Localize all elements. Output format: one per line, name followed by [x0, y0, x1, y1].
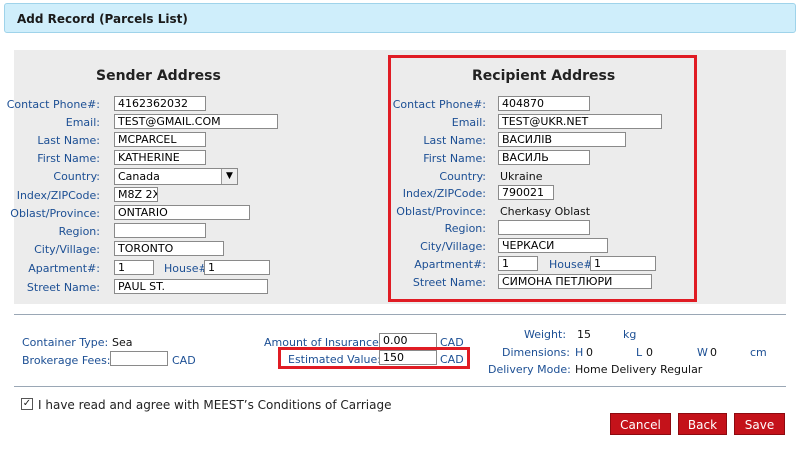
divider-top	[14, 314, 786, 315]
recipient-firstname-label: First Name:	[423, 152, 486, 165]
recipient-lastname-input[interactable]: ВАСИЛІВ	[498, 132, 626, 147]
sender-apartment-input[interactable]: 1	[114, 260, 154, 275]
recipient-apartment-label: Apartment#:	[414, 258, 486, 271]
sender-firstname-input[interactable]: KATHERINE	[114, 150, 206, 165]
sender-house-input[interactable]: 1	[204, 260, 270, 275]
dim-h-value: 0	[586, 346, 593, 359]
dim-l-label: L	[636, 346, 643, 359]
sender-email-label: Email:	[65, 116, 100, 129]
recipient-street-label: Street Name:	[412, 276, 486, 289]
dim-w-value: 0	[710, 346, 717, 359]
sender-header: Sender Address	[96, 68, 221, 84]
delivery-mode-value: Home Delivery Regular	[575, 363, 703, 376]
recipient-oblast-value: Cherkasy Oblast	[500, 205, 591, 218]
sender-lastname-input[interactable]: MCPARCEL	[114, 132, 206, 147]
recipient-street-input[interactable]: СИМОНА ПЕТЛЮРИ	[498, 274, 652, 289]
dialog-title-bar: Add Record (Parcels List)	[4, 3, 796, 33]
sender-country-value: Canada	[118, 170, 160, 183]
sender-street-input[interactable]: PAUL ST.	[114, 279, 268, 294]
sender-email-input[interactable]: TEST@GMAIL.COM	[114, 114, 278, 129]
recipient-email-label: Email:	[451, 116, 486, 129]
sender-zip-label: Index/ZIPCode:	[16, 189, 100, 202]
sender-province-input[interactable]: ONTARIO	[114, 205, 250, 220]
sender-province-label: Oblast/Province:	[10, 207, 100, 220]
recipient-city-input[interactable]: ЧЕРКАСИ	[498, 238, 608, 253]
recipient-phone-input[interactable]: 404870	[498, 96, 590, 111]
sender-lastname-label: Last Name:	[37, 134, 100, 147]
sender-region-label: Region:	[58, 225, 100, 238]
sender-city-input[interactable]: TORONTO	[114, 241, 224, 256]
weight-value: 15	[577, 328, 591, 341]
insurance-input[interactable]: 0.00	[379, 333, 437, 348]
container-type-value: Sea	[112, 336, 133, 349]
sender-city-label: City/Village:	[34, 243, 100, 256]
chevron-down-icon[interactable]: ▼	[221, 169, 237, 184]
recipient-apartment-input[interactable]: 1	[498, 256, 538, 271]
sender-phone-label: Contact Phone#:	[6, 98, 100, 111]
back-button[interactable]: Back	[678, 413, 727, 435]
sender-region-input[interactable]	[114, 223, 206, 238]
dim-w-label: W	[697, 346, 708, 359]
sender-street-label: Street Name:	[26, 281, 100, 294]
recipient-oblast-label: Oblast/Province:	[396, 205, 486, 218]
brokerage-fees-input[interactable]	[110, 351, 168, 366]
dim-l-value: 0	[646, 346, 653, 359]
recipient-zip-input[interactable]: 790021	[498, 185, 554, 200]
weight-label: Weight:	[524, 328, 567, 341]
sender-phone-input[interactable]: 4162362032	[114, 96, 206, 111]
recipient-house-input[interactable]: 1	[590, 256, 656, 271]
dim-h-label: H	[575, 346, 584, 359]
sender-country-label: Country:	[53, 170, 100, 183]
weight-unit: kg	[623, 328, 637, 341]
recipient-firstname-input[interactable]: ВАСИЛЬ	[498, 150, 590, 165]
sender-zip-input[interactable]: M8Z 2X3	[114, 187, 158, 202]
save-button[interactable]: Save	[734, 413, 785, 435]
divider-bottom	[14, 386, 786, 387]
agree-checkbox[interactable]: ✓	[21, 398, 33, 410]
sender-country-select[interactable]: Canada ▼	[114, 168, 238, 185]
dim-unit: cm	[750, 346, 767, 359]
estimated-value-input[interactable]: 150	[379, 350, 437, 365]
container-type-label: Container Type:	[22, 336, 109, 349]
delivery-mode-label: Delivery Mode:	[488, 363, 571, 376]
sender-firstname-label: First Name:	[37, 152, 100, 165]
sender-apartment-label: Apartment#:	[28, 262, 100, 275]
recipient-header: Recipient Address	[472, 68, 616, 84]
dialog-title: Add Record (Parcels List)	[17, 12, 188, 26]
recipient-phone-label: Contact Phone#:	[392, 98, 486, 111]
recipient-region-label: Region:	[444, 222, 486, 235]
recipient-lastname-label: Last Name:	[423, 134, 486, 147]
dimensions-label: Dimensions:	[502, 346, 570, 359]
recipient-country-label: Country:	[439, 170, 486, 183]
recipient-email-input[interactable]: TEST@UKR.NET	[498, 114, 662, 129]
brokerage-fees-label: Brokerage Fees:	[22, 354, 111, 367]
estimated-value-label: Estimated Value:	[288, 353, 381, 366]
brokerage-unit: CAD	[172, 354, 196, 367]
recipient-region-input[interactable]	[498, 220, 590, 235]
cancel-button[interactable]: Cancel	[610, 413, 671, 435]
estimated-value-unit: CAD	[440, 353, 464, 366]
recipient-country-value: Ukraine	[500, 170, 543, 183]
recipient-city-label: City/Village:	[420, 240, 486, 253]
agree-text: I have read and agree with MEEST’s Condi…	[38, 398, 392, 412]
recipient-zip-label: Index/ZIPCode:	[402, 187, 486, 200]
